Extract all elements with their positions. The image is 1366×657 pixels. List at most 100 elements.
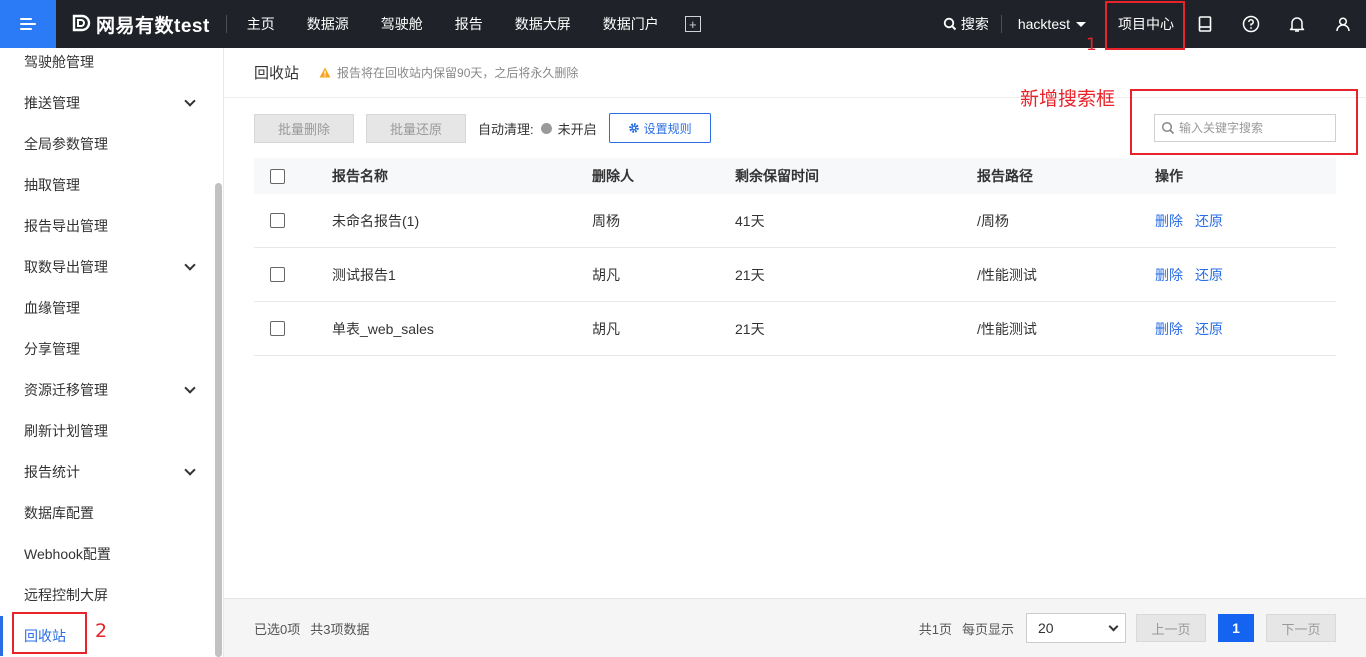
nav-bigscreen[interactable]: 数据大屏: [499, 14, 587, 34]
selected-count: 已选0项: [254, 621, 301, 637]
sidebar-item-migration[interactable]: 资源迁移管理: [24, 380, 200, 400]
sidebar-item-refresh-plan[interactable]: 刷新计划管理: [24, 421, 200, 441]
total-count: 共3项数据: [310, 621, 370, 637]
table-header: 报告名称 删除人 剩余保留时间 报告路径 操作: [254, 158, 1336, 194]
sidebar-item-label: Webhook配置: [24, 546, 111, 562]
table-row: 未命名报告(1) 周杨 41天 /周杨 删除 还原: [254, 194, 1336, 248]
cell-name: 未命名报告(1): [332, 212, 420, 229]
chevron-down-icon: [184, 464, 196, 476]
nav-cockpit[interactable]: 驾驶舱: [365, 14, 439, 34]
set-rule-button[interactable]: 设置规则: [608, 113, 711, 143]
chevron-down-icon: [184, 382, 196, 394]
sidebar-item-label: 推送管理: [24, 95, 80, 111]
cell-deleter: 胡凡: [592, 266, 620, 283]
prev-page-button[interactable]: 上一页: [1136, 614, 1206, 642]
cell-name: 测试报告1: [332, 266, 396, 283]
cell-name: 单表_web_sales: [332, 320, 434, 337]
col-header-actions: 操作: [1155, 168, 1183, 184]
sidebar-item-cockpit-mgmt[interactable]: 驾驶舱管理: [24, 52, 200, 72]
sidebar-item-global-params[interactable]: 全局参数管理: [24, 134, 200, 154]
cell-remaining: 41天: [735, 212, 765, 229]
annotation-box-search: [1130, 89, 1358, 155]
app-logo[interactable]: 网易有数test: [70, 11, 210, 38]
sidebar-item-push-mgmt[interactable]: 推送管理: [24, 93, 200, 113]
nav-portal[interactable]: 数据门户: [587, 14, 675, 34]
page-count: 共1页: [918, 621, 952, 637]
main-nav: 主页 数据源 驾驶舱 报告 数据大屏 数据门户 +: [243, 14, 701, 34]
chevron-down-icon: [1108, 621, 1119, 631]
sidebar-item-extract-mgmt[interactable]: 抽取管理: [24, 175, 200, 195]
col-header-deleter: 删除人: [592, 168, 634, 184]
notifications-button[interactable]: [1274, 0, 1320, 48]
divider: [225, 15, 227, 33]
restore-link[interactable]: 还原: [1195, 213, 1223, 229]
cell-path: /周杨: [977, 212, 1009, 229]
sidebar-item-label: 全局参数管理: [24, 136, 108, 152]
gear-icon: [628, 123, 639, 133]
add-icon[interactable]: +: [684, 16, 701, 32]
search-label: 搜索: [960, 16, 989, 32]
row-checkbox[interactable]: [270, 267, 285, 282]
selection-summary: 已选0项 共3项数据: [254, 619, 379, 638]
help-button[interactable]: [1228, 0, 1274, 48]
restore-link[interactable]: 还原: [1195, 321, 1223, 337]
page-number-button[interactable]: 1: [1218, 614, 1254, 642]
global-search-button[interactable]: 搜索: [943, 14, 1001, 34]
annotation-box-project-center: [1105, 1, 1185, 50]
search-icon: [943, 17, 957, 31]
annotation-label-2: 2: [95, 620, 108, 642]
delete-link[interactable]: 删除: [1155, 321, 1183, 337]
table-row: 测试报告1 胡凡 21天 /性能测试 删除 还原: [254, 248, 1336, 302]
profile-button[interactable]: [1320, 0, 1366, 48]
col-header-path: 报告路径: [977, 168, 1033, 184]
recycle-table: 报告名称 删除人 剩余保留时间 报告路径 操作 未命名报告(1) 周杨 41天 …: [254, 158, 1336, 356]
sidebar-item-lineage[interactable]: 血缘管理: [24, 298, 200, 318]
next-page-button[interactable]: 下一页: [1266, 614, 1336, 642]
select-all-checkbox[interactable]: [270, 168, 285, 184]
status-dot-icon: [540, 122, 552, 134]
batch-restore-button[interactable]: 批量还原: [366, 113, 466, 143]
sidebar-item-data-export[interactable]: 取数导出管理: [24, 257, 200, 277]
caret-down-icon: [1076, 21, 1086, 27]
cell-path: /性能测试: [977, 320, 1037, 337]
sidebar-item-label: 分享管理: [24, 341, 80, 357]
hamburger-icon: [20, 17, 36, 31]
sidebar-item-label: 取数导出管理: [24, 259, 108, 275]
nav-home[interactable]: 主页: [243, 14, 291, 34]
docs-button[interactable]: [1182, 0, 1228, 48]
sidebar-item-report-stats[interactable]: 报告统计: [24, 462, 200, 482]
user-icon: [1336, 17, 1350, 32]
user-dropdown[interactable]: hacktest: [1000, 15, 1098, 33]
restore-link[interactable]: 还原: [1195, 267, 1223, 283]
delete-link[interactable]: 删除: [1155, 213, 1183, 229]
active-indicator: [0, 616, 3, 656]
page-size-value: 20: [1038, 620, 1054, 636]
sidebar-item-webhook[interactable]: Webhook配置: [24, 544, 200, 564]
auto-clean-status: 未开启: [557, 121, 597, 137]
menu-toggle-button[interactable]: [0, 0, 56, 48]
batch-delete-button[interactable]: 批量删除: [254, 113, 354, 143]
sidebar-item-label: 报告导出管理: [24, 218, 108, 234]
cell-actions: 删除 还原: [1155, 265, 1336, 285]
sidebar-item-label: 刷新计划管理: [24, 423, 108, 439]
row-checkbox[interactable]: [270, 213, 285, 228]
sidebar-item-share[interactable]: 分享管理: [24, 339, 200, 359]
nav-datasource[interactable]: 数据源: [291, 14, 365, 34]
page-title: 回收站: [254, 65, 300, 82]
sidebar-item-report-export[interactable]: 报告导出管理: [24, 216, 200, 236]
row-checkbox[interactable]: [270, 321, 285, 336]
chevron-down-icon: [184, 259, 196, 271]
help-icon: [1242, 15, 1260, 33]
retention-warning: 报告将在回收站内保留90天，之后将永久删除: [319, 64, 578, 81]
page-size-select[interactable]: 20: [1026, 613, 1126, 643]
sidebar: 驾驶舱管理 推送管理 全局参数管理 抽取管理 报告导出管理 取数导出管理 血缘管…: [0, 48, 224, 657]
sidebar-item-remote-screen[interactable]: 远程控制大屏: [24, 585, 200, 605]
book-icon: [1198, 16, 1212, 32]
sidebar-scrollbar[interactable]: [215, 183, 222, 657]
cell-actions: 删除 还原: [1155, 319, 1336, 339]
nav-report[interactable]: 报告: [439, 14, 499, 34]
cell-remaining: 21天: [735, 266, 765, 283]
warning-icon: [319, 67, 331, 78]
sidebar-item-db-config[interactable]: 数据库配置: [24, 503, 200, 523]
delete-link[interactable]: 删除: [1155, 267, 1183, 283]
